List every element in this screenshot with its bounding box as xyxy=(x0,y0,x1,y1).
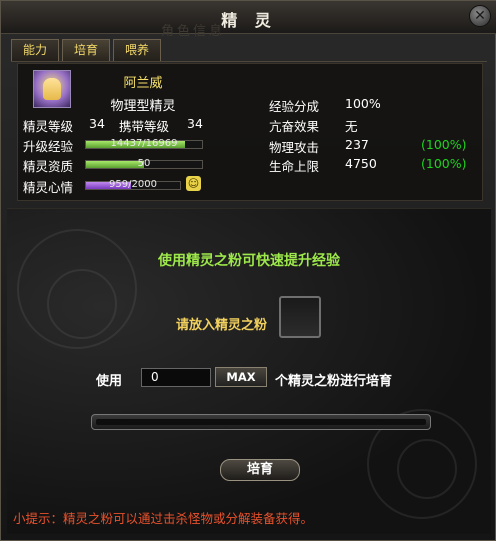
put-powder-label: 请放入精灵之粉 xyxy=(176,318,268,333)
carry-level-value: 34 xyxy=(187,116,203,131)
stat-label: 经验分成 xyxy=(269,99,320,114)
cultivate-hint: 使用精灵之粉可快速提升经验 xyxy=(158,253,340,269)
exp-bar: 14437/16969 xyxy=(85,138,203,149)
level-label: 精灵等级 xyxy=(23,119,74,134)
progress-track xyxy=(96,419,426,425)
exp-label: 升级经验 xyxy=(23,139,74,154)
cultivate-progress-bar xyxy=(91,414,431,430)
level-value: 34 xyxy=(89,116,105,131)
window-title: 精 灵 xyxy=(221,11,277,30)
stat-value: 4750 xyxy=(345,156,377,171)
exp-bar-text: 14437/16969 xyxy=(110,138,178,149)
aptitude-label: 精灵资质 xyxy=(23,159,74,174)
mood-bar: 959/2000 xyxy=(85,179,181,190)
tip-text: 小提示：精灵之粉可以通过击杀怪物或分解装备获得。 xyxy=(13,511,314,526)
mood-label: 精灵心情 xyxy=(23,180,74,195)
title-bar[interactable]: 角色信息 精 灵 xyxy=(1,1,496,39)
spirit-type: 物理型精灵 xyxy=(110,99,176,114)
powder-cultivate-label: 个精灵之粉进行培育 xyxy=(275,374,393,389)
tab-ability[interactable]: 能力 xyxy=(11,39,59,61)
aptitude-bar-text: 50 xyxy=(137,158,151,169)
stat-label: 亢奋效果 xyxy=(269,119,320,134)
aptitude-bar: 50 xyxy=(85,158,203,169)
tab-cultivate[interactable]: 培育 xyxy=(62,39,110,61)
max-button[interactable]: MAX xyxy=(215,367,267,387)
spirit-portrait[interactable] xyxy=(33,70,71,108)
carry-level-label: 携带等级 xyxy=(119,119,170,134)
tab-feed[interactable]: 喂养 xyxy=(113,39,161,61)
quantity-input[interactable]: 0 xyxy=(141,368,211,387)
stat-bonus: (100%) xyxy=(421,156,467,171)
powder-slot[interactable] xyxy=(279,296,321,338)
use-label: 使用 xyxy=(96,374,123,389)
cultivate-button[interactable]: 培育 xyxy=(220,459,300,481)
stat-value: 237 xyxy=(345,137,369,152)
close-button[interactable]: ✕ xyxy=(469,5,491,27)
flower-ornament xyxy=(47,269,117,339)
flower-ornament xyxy=(397,439,457,499)
smile-face-icon: ☺ xyxy=(186,176,201,191)
stat-label: 物理攻击 xyxy=(269,140,320,155)
tab-divider xyxy=(11,61,487,62)
mood-bar-text: 959/2000 xyxy=(109,179,157,190)
stat-value: 100% xyxy=(345,96,381,111)
stat-bonus: (100%) xyxy=(421,137,467,152)
stat-label: 生命上限 xyxy=(269,159,320,174)
spirit-name: 阿兰威 xyxy=(123,76,163,91)
stat-value: 无 xyxy=(345,119,358,134)
spirit-window: 角色信息 精 灵 ✕ 能力 培育 喂养 阿兰威 物理型精灵 精灵等级 34 携带… xyxy=(0,0,496,541)
